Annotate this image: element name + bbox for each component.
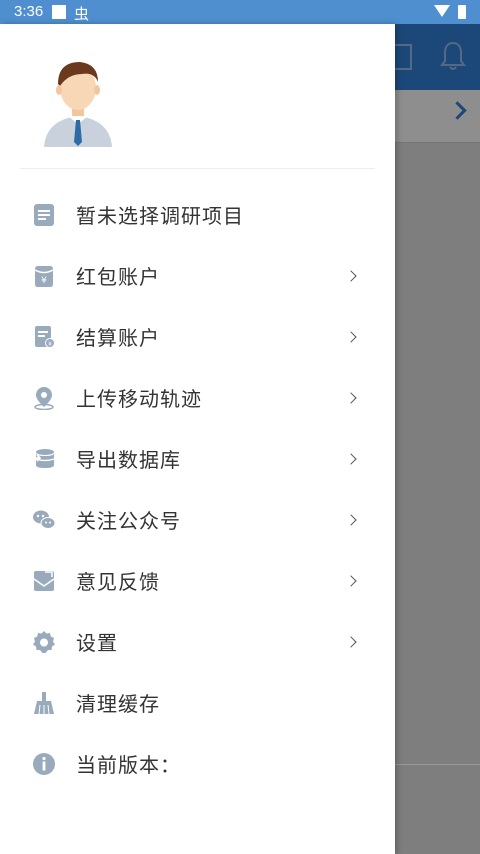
battery-icon xyxy=(458,5,466,19)
wifi-icon xyxy=(434,5,450,17)
menu-item-current-version[interactable]: 当前版本： xyxy=(0,733,395,794)
menu-item-label: 导出数据库 xyxy=(76,448,181,472)
menu-item-label: 意见反馈 xyxy=(76,570,160,594)
svg-text:¥: ¥ xyxy=(48,341,52,348)
notification-square-icon xyxy=(52,5,66,19)
chevron-right-icon xyxy=(345,330,357,343)
menu-item-export-database[interactable]: 导出数据库 xyxy=(0,428,395,489)
broom-icon xyxy=(34,691,54,714)
menu-item-select-project[interactable]: 暂未选择调研项目 xyxy=(0,184,395,245)
menu-item-label: 上传移动轨迹 xyxy=(76,387,202,411)
status-bar: 3:36 虫 xyxy=(0,0,480,24)
database-export-icon xyxy=(33,448,55,468)
menu-item-label: 红包账户 xyxy=(76,265,160,289)
status-time: 3:36 xyxy=(14,3,44,20)
menu-item-settings[interactable]: 设置 xyxy=(0,611,395,672)
drawer-divider xyxy=(20,168,375,169)
menu-item-label: 清理缓存 xyxy=(76,692,160,716)
menu-item-label: 当前版本： xyxy=(76,753,181,777)
menu-item-upload-track[interactable]: 上传移动轨迹 xyxy=(0,367,395,428)
menu-item-follow-official-account[interactable]: 关注公众号 xyxy=(0,489,395,550)
wechat-icon xyxy=(33,510,56,529)
red-packet-icon: ¥ xyxy=(34,265,54,287)
location-pin-icon xyxy=(34,386,54,410)
chevron-right-icon xyxy=(345,513,357,526)
navigation-drawer: 暂未选择调研项目 ¥ 红包账户 ¥ 结算账户 上传移动轨迹 导出数据库 关注公众… xyxy=(0,24,395,854)
chevron-right-icon xyxy=(345,635,357,648)
document-list-icon xyxy=(34,203,54,226)
menu-item-clear-cache[interactable]: 清理缓存 xyxy=(0,672,395,733)
svg-text:¥: ¥ xyxy=(41,276,47,286)
feedback-mail-icon xyxy=(33,570,55,591)
menu-item-feedback[interactable]: 意见反馈 xyxy=(0,550,395,611)
menu-item-red-packet-account[interactable]: ¥ 红包账户 xyxy=(0,245,395,306)
app-notification-icon: 虫 xyxy=(74,5,90,23)
background-divider xyxy=(395,764,480,765)
menu-item-label: 暂未选择调研项目 xyxy=(76,204,244,228)
drawer-menu: 暂未选择调研项目 ¥ 红包账户 ¥ 结算账户 上传移动轨迹 导出数据库 关注公众… xyxy=(0,184,395,794)
chevron-right-icon xyxy=(345,452,357,465)
avatar[interactable] xyxy=(38,52,118,147)
menu-item-label: 结算账户 xyxy=(76,326,160,350)
chevron-right-icon xyxy=(345,391,357,404)
menu-item-label: 关注公众号 xyxy=(76,509,181,533)
gear-icon xyxy=(33,630,55,653)
chevron-right-icon xyxy=(345,269,357,282)
menu-item-label: 设置 xyxy=(76,631,118,655)
info-icon xyxy=(33,752,55,775)
chevron-right-icon xyxy=(345,574,357,587)
settlement-bill-icon: ¥ xyxy=(35,325,55,348)
menu-item-settlement-account[interactable]: ¥ 结算账户 xyxy=(0,306,395,367)
